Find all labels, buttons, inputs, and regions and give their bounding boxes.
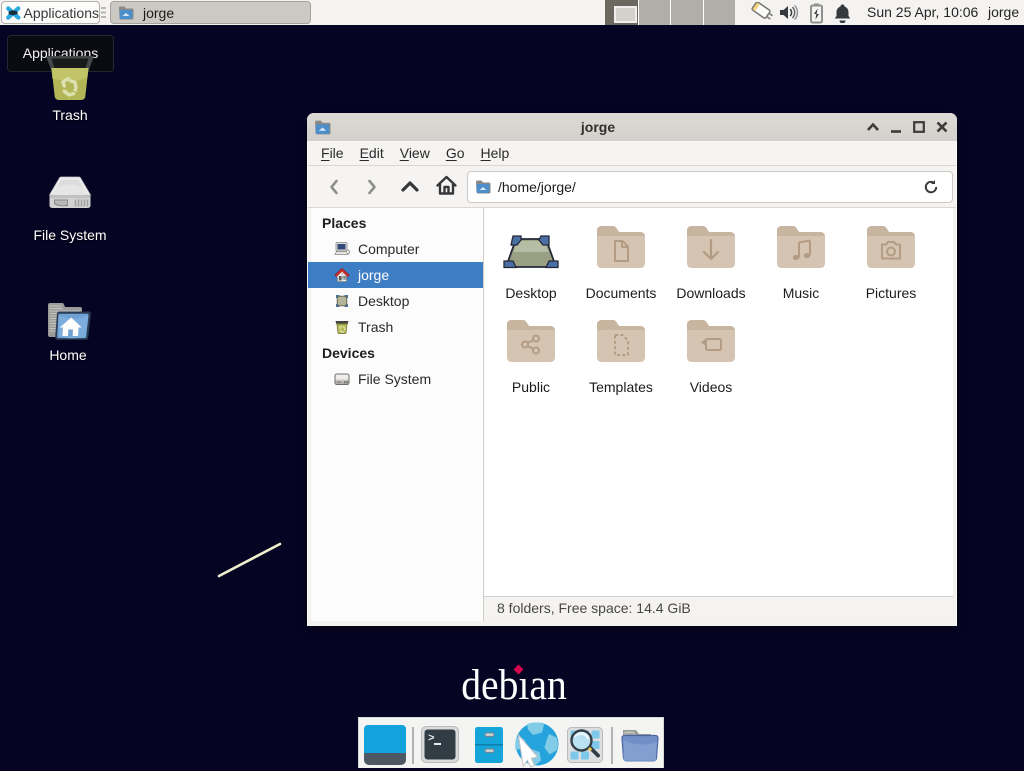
svg-text:>: > xyxy=(428,733,435,745)
